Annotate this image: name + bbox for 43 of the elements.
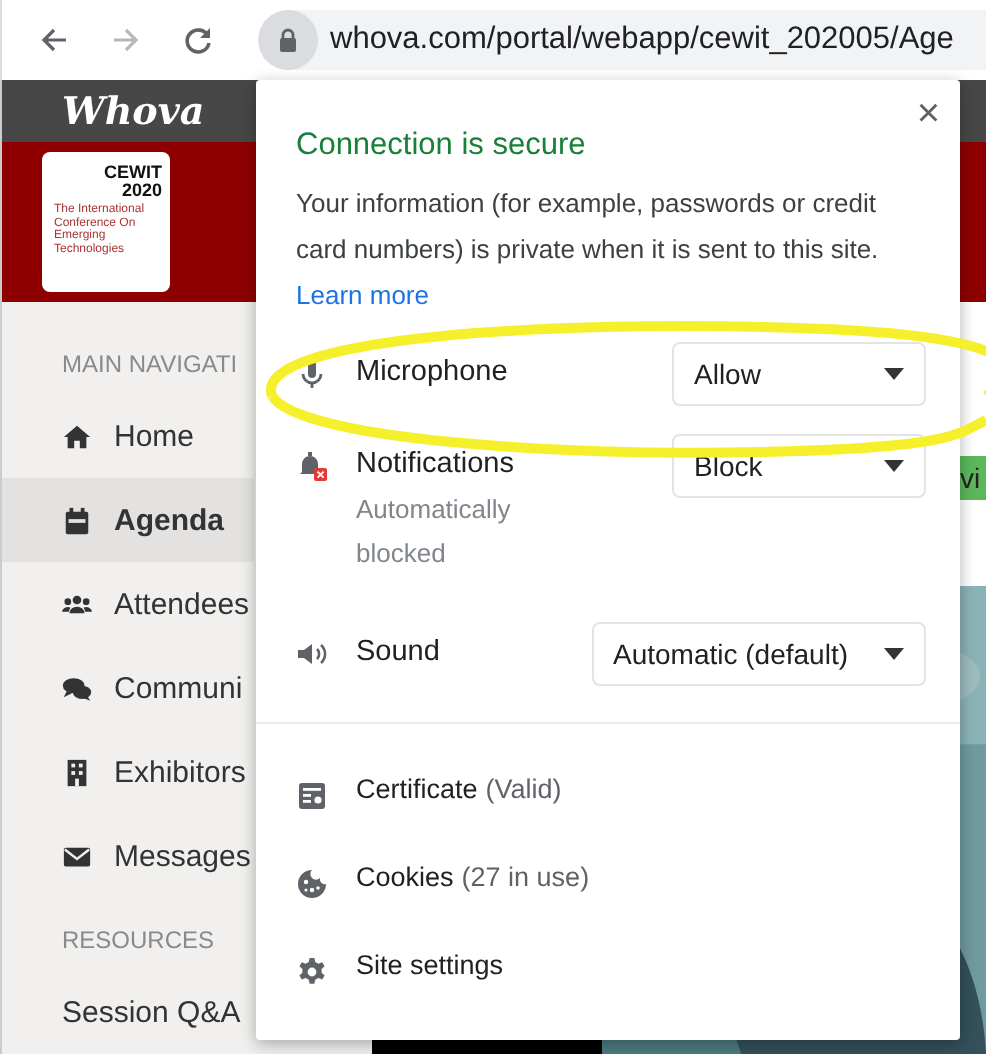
back-icon[interactable] bbox=[38, 24, 70, 56]
cookie-icon bbox=[296, 868, 328, 900]
caret-icon bbox=[884, 648, 904, 660]
sidebar-item[interactable]: Session Q&A bbox=[2, 970, 254, 1054]
chat-icon bbox=[62, 673, 92, 703]
sidebar-item[interactable]: Home bbox=[2, 394, 254, 478]
speaker-icon bbox=[296, 638, 328, 670]
sidebar-item[interactable]: Messages bbox=[2, 814, 254, 898]
popup-title: Connection is secure bbox=[294, 128, 588, 164]
security-description: Your information (for example, passwords or credit card numbers) is private when it is sent to this site. Learn more bbox=[294, 186, 881, 314]
sidebar-item[interactable]: Agenda bbox=[2, 478, 254, 562]
certificate-icon bbox=[296, 780, 328, 812]
address-bar[interactable]: whova.com/portal/webapp/cewit_202005/Age bbox=[258, 10, 986, 70]
sidebar-item[interactable]: Exhibitors bbox=[2, 730, 254, 814]
section-heading: MAIN NAVIGATI bbox=[60, 348, 240, 382]
popup-link[interactable]: Certificate (Valid) bbox=[296, 744, 920, 832]
blocked-bell-icon bbox=[296, 450, 328, 482]
learn-more-link[interactable]: Learn more bbox=[296, 280, 429, 310]
caret-icon bbox=[884, 460, 904, 472]
sidebar-item[interactable]: Communi bbox=[2, 646, 254, 730]
lock-icon[interactable] bbox=[278, 28, 298, 52]
caret-icon bbox=[884, 368, 904, 380]
permission-dropdown[interactable]: Block bbox=[672, 434, 926, 498]
building-icon bbox=[62, 757, 92, 787]
popup-link[interactable]: Site settings bbox=[296, 920, 920, 1008]
event-logo-title: CEWIT bbox=[104, 164, 162, 183]
site-logo[interactable]: Whova bbox=[62, 89, 205, 134]
close-button[interactable]: × bbox=[916, 96, 940, 132]
sidebar-item[interactable]: Attendees bbox=[2, 562, 254, 646]
permission-dropdown[interactable]: Automatic (default) bbox=[591, 622, 926, 686]
permission-note: Automatically blocked bbox=[356, 492, 513, 572]
settings-icon bbox=[296, 956, 328, 988]
permission-dropdown[interactable]: Allow bbox=[672, 342, 926, 406]
event-logo-year: 2020 bbox=[121, 182, 162, 201]
calendar-icon bbox=[62, 505, 92, 535]
microphone-icon bbox=[296, 358, 328, 390]
popup-link[interactable]: Cookies (27 in use) bbox=[296, 832, 920, 920]
permission-label: Microphone bbox=[356, 356, 510, 388]
reload-icon[interactable] bbox=[182, 24, 214, 56]
permission-label: Sound bbox=[356, 636, 442, 668]
permission-label: Notifications bbox=[356, 448, 516, 480]
home-icon bbox=[62, 421, 92, 451]
section-heading: RESOURCES bbox=[60, 924, 217, 958]
